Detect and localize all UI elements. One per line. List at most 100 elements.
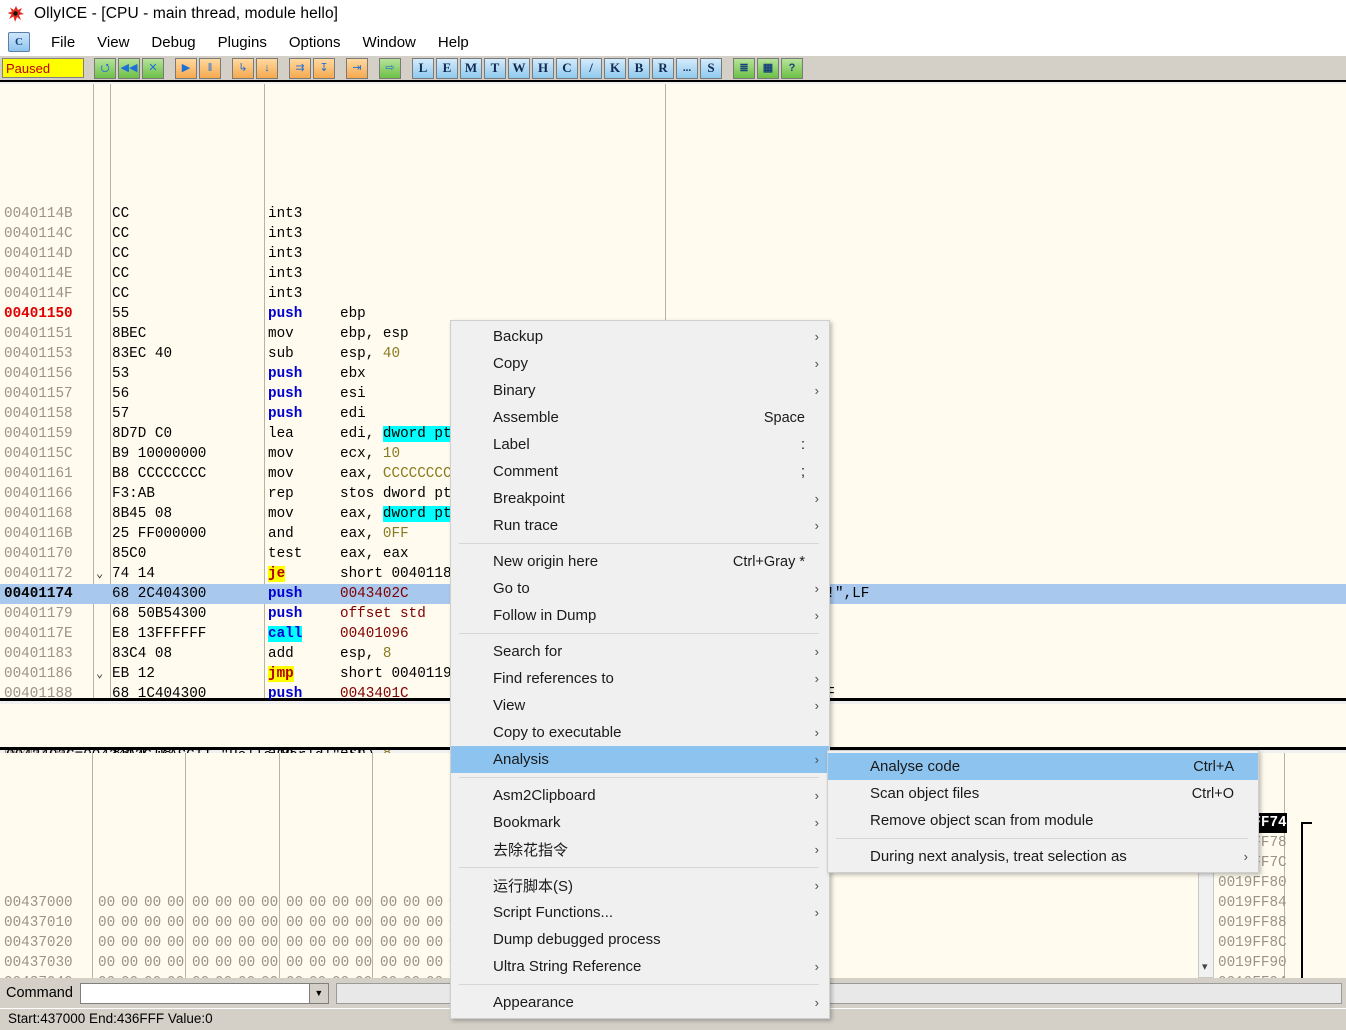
stack-row[interactable]: 0019FF88	[1216, 913, 1346, 933]
toolbar-button-k[interactable]: K	[604, 57, 626, 79]
context-menu-item-copy[interactable]: Copy ›	[451, 350, 829, 377]
context-menu-item-find-references-to[interactable]: Find references to ›	[451, 665, 829, 692]
disassembly-mnemonic: mov	[268, 326, 294, 342]
analysis-submenu[interactable]: Analyse code Ctrl+A Scan object files Ctrl+…	[827, 750, 1259, 873]
disassembly-mnemonic: mov	[268, 446, 294, 462]
toolbar-button-dots[interactable]: /	[580, 57, 602, 79]
chevron-down-icon[interactable]: ▾	[1202, 960, 1208, 973]
options-list-icon[interactable]: ≣	[733, 57, 755, 79]
context-menu-item-run-trace[interactable]: Run trace ›	[451, 512, 829, 539]
dump-byte: 00	[121, 895, 139, 911]
disassembly-row[interactable]: 0040114D CC int3	[0, 244, 1346, 264]
context-menu-item-script-functions[interactable]: Script Functions... ›	[451, 899, 829, 926]
trace-over-icon[interactable]: ↧	[313, 57, 335, 79]
restart-icon[interactable]: ◀◀	[118, 57, 140, 79]
command-input[interactable]	[79, 982, 310, 1004]
disassembly-mnemonic: sub	[268, 346, 294, 362]
toolbar-button-s[interactable]: S	[700, 57, 722, 79]
pause-icon[interactable]: ‖	[199, 57, 221, 79]
run-to-selection-icon[interactable]: ⇨	[379, 57, 401, 79]
stack-row[interactable]: 0019FF90	[1216, 953, 1346, 973]
context-menu-item-appearance[interactable]: Appearance ›	[451, 989, 829, 1016]
chevron-right-icon: ›	[814, 698, 819, 713]
execute-till-return-icon[interactable]: ⇥	[346, 57, 368, 79]
context-menu-item-bookmark[interactable]: Bookmark ›	[451, 809, 829, 836]
context-menu-item-[interactable]: 去除花指令 ›	[451, 836, 829, 863]
context-menu-item-asm2clipboard[interactable]: Asm2Clipboard ›	[451, 782, 829, 809]
disassembly-address: 00401174	[4, 586, 73, 602]
disassembly-operands: ecx, 10	[340, 446, 401, 462]
step-into-icon[interactable]: ↳	[232, 57, 254, 79]
chevron-right-icon: ›	[814, 995, 819, 1010]
chevron-right-icon: ›	[814, 878, 819, 893]
command-input-field[interactable]	[80, 983, 309, 1003]
context-menu-item-new-origin-here[interactable]: New origin here Ctrl+Gray *	[451, 548, 829, 575]
context-menu-item-analysis[interactable]: Analysis ›	[451, 746, 829, 773]
toolbar-button-h[interactable]: H	[532, 57, 554, 79]
toolbar-button-w[interactable]: W	[508, 57, 530, 79]
toolbar-button-l[interactable]: L	[412, 57, 434, 79]
disassembly-row[interactable]: 0040114F CC int3	[0, 284, 1346, 304]
disassembly-address: 0040116B	[4, 526, 73, 542]
toolbar-button-m[interactable]: M	[460, 57, 482, 79]
menu-help[interactable]: Help	[427, 32, 480, 53]
stack-row[interactable]: 0019FF80	[1216, 873, 1346, 893]
context-menu-item-binary[interactable]: Binary ›	[451, 377, 829, 404]
toolbar-button-b[interactable]: B	[628, 57, 650, 79]
context-menu-separator	[459, 633, 819, 634]
toolbar-button-r[interactable]: R	[652, 57, 674, 79]
dump-byte: 00	[332, 915, 350, 931]
context-menu-item-ultra-string-reference[interactable]: Ultra String Reference ›	[451, 953, 829, 980]
menu-item-shortcut: Space	[763, 409, 805, 426]
menu-window[interactable]: Window	[352, 32, 427, 53]
trace-into-icon[interactable]: ⇉	[289, 57, 311, 79]
context-menu-item-label[interactable]: Label:	[451, 431, 829, 458]
context-menu-item-comment[interactable]: Comment;	[451, 458, 829, 485]
context-menu-item-copy-to-executable[interactable]: Copy to executable ›	[451, 719, 829, 746]
dump-byte: 00	[98, 955, 116, 971]
context-menu-item-search-for[interactable]: Search for ›	[451, 638, 829, 665]
context-menu[interactable]: Backup › Copy › Binary › Assemble Space Label: Co…	[450, 320, 830, 1019]
disassembly-row[interactable]: 0040114C CC int3	[0, 224, 1346, 244]
context-menu-item-breakpoint[interactable]: Breakpoint ›	[451, 485, 829, 512]
open-icon[interactable]: ⭯	[94, 57, 116, 79]
window-titlebar: OllyICE - [CPU - main thread, module hel…	[0, 0, 1346, 28]
disassembly-row[interactable]: 0040114E CC int3	[0, 264, 1346, 284]
close-icon[interactable]: ✕	[142, 57, 164, 79]
step-over-icon[interactable]: ↓	[256, 57, 278, 79]
disassembly-row[interactable]: 0040114B CC int3	[0, 204, 1346, 224]
stack-row[interactable]: 0019FF8C	[1216, 933, 1346, 953]
context-menu-item-backup[interactable]: Backup ›	[451, 323, 829, 350]
cpu-window-icon[interactable]: C	[8, 32, 30, 52]
disassembly-hexdump: 53	[112, 366, 130, 382]
toolbar-button-e[interactable]: E	[436, 57, 458, 79]
context-menu-item-view[interactable]: View ›	[451, 692, 829, 719]
menu-debug[interactable]: Debug	[140, 32, 206, 53]
disassembly-address: 00401170	[4, 546, 73, 562]
analysis-submenu-item-scan-object-files[interactable]: Scan object files Ctrl+O	[828, 780, 1258, 807]
menu-view[interactable]: View	[86, 32, 140, 53]
disassembly-operands: esp, 40	[340, 346, 401, 362]
analysis-submenu-item-analyse-code[interactable]: Analyse code Ctrl+A	[828, 753, 1258, 780]
toolbar-button-t[interactable]: T	[484, 57, 506, 79]
dump-address: 00437030	[4, 955, 73, 971]
analysis-submenu-item-during-next-analysis-treat-selection-as[interactable]: During next analysis, treat selection as…	[828, 843, 1258, 870]
stack-row[interactable]: 0019FF84	[1216, 893, 1346, 913]
appearance-icon[interactable]: ▦	[757, 57, 779, 79]
menu-file[interactable]: File	[40, 32, 86, 53]
toolbar-button-c[interactable]: C	[556, 57, 578, 79]
context-menu-item-go-to[interactable]: Go to ›	[451, 575, 829, 602]
menu-options[interactable]: Options	[278, 32, 352, 53]
context-menu-item-dump-debugged-process[interactable]: Dump debugged process	[451, 926, 829, 953]
toolbar-button-dotsdotsdots[interactable]: ...	[676, 57, 698, 79]
context-menu-item-s[interactable]: 运行脚本(S) ›	[451, 872, 829, 899]
chevron-down-icon[interactable]: ▼	[309, 982, 329, 1004]
run-icon[interactable]: ▶	[175, 57, 197, 79]
context-menu-item-follow-in-dump[interactable]: Follow in Dump ›	[451, 602, 829, 629]
context-menu-item-assemble[interactable]: Assemble Space	[451, 404, 829, 431]
analysis-submenu-item-remove-object-scan-from-module[interactable]: Remove object scan from module	[828, 807, 1258, 834]
help-icon[interactable]: ?	[781, 57, 803, 79]
dump-byte: 00	[144, 915, 162, 931]
disassembly-operands: esp, 8	[340, 646, 392, 662]
menu-plugins[interactable]: Plugins	[207, 32, 278, 53]
